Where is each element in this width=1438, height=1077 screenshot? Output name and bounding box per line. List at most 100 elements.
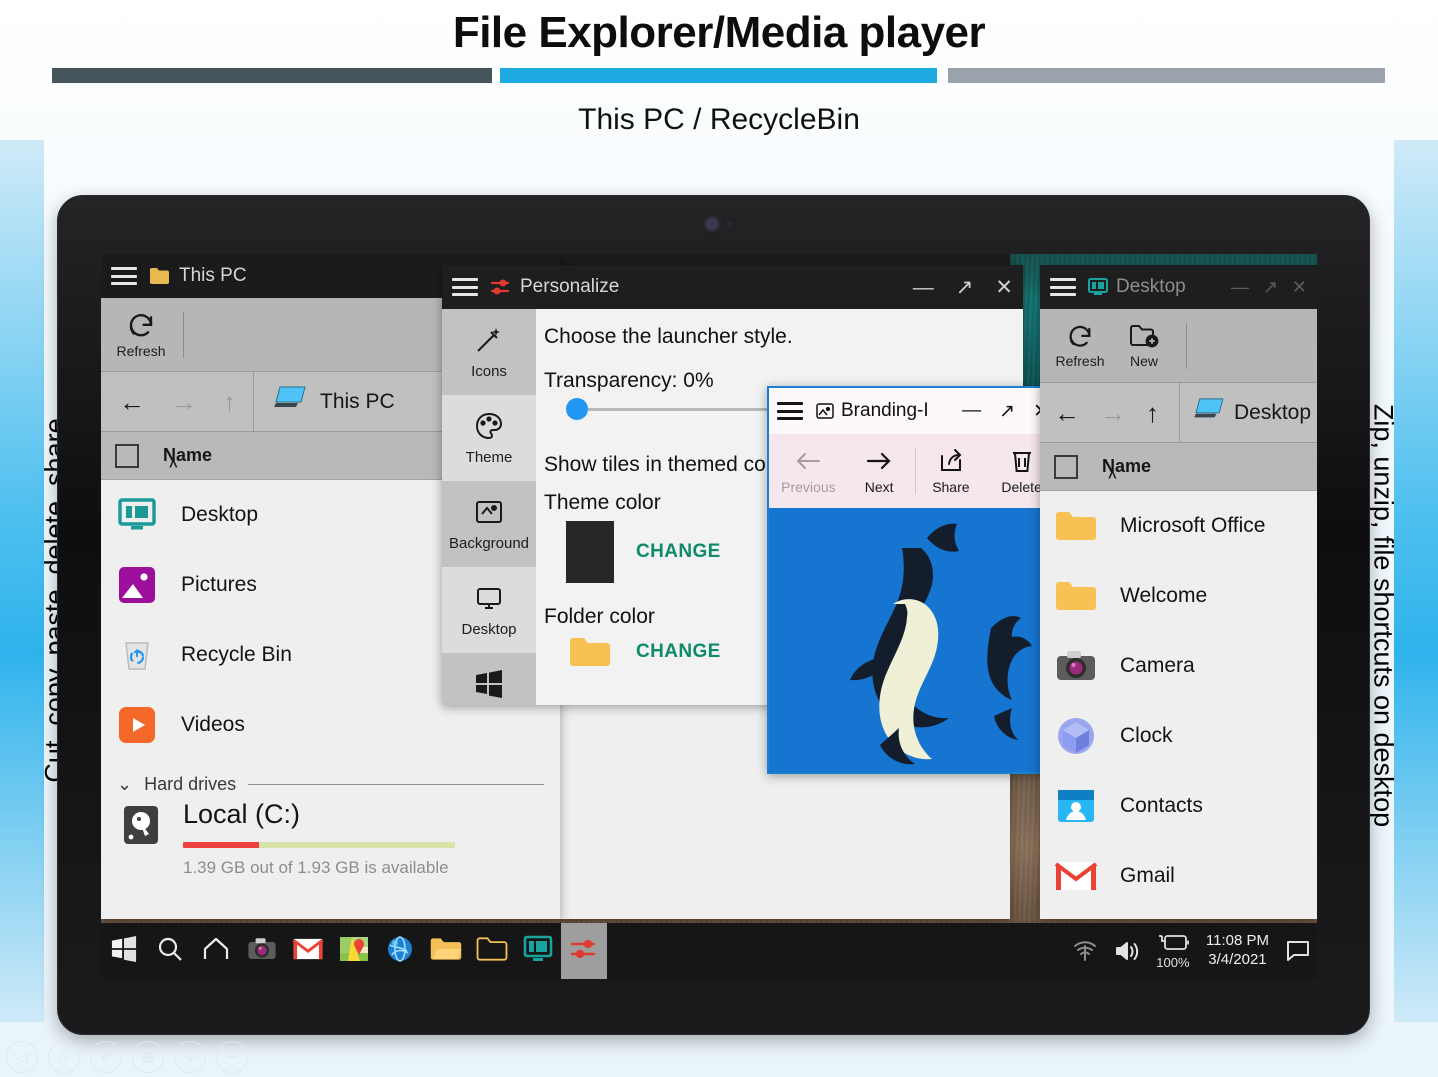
more-options-button[interactable]: ••• <box>216 1041 248 1073</box>
next-label: Next <box>865 479 894 495</box>
clock[interactable]: 11:08 PM 3/4/2021 <box>1206 932 1269 970</box>
wifi-icon[interactable] <box>1072 940 1098 962</box>
folder-color-swatch[interactable] <box>566 635 614 669</box>
windows-icon <box>110 936 138 967</box>
maximize-icon[interactable]: ↗ <box>956 277 974 298</box>
recycle-bin-icon <box>115 633 159 677</box>
maximize-icon[interactable]: ↗ <box>1263 278 1278 296</box>
section-divider <box>248 784 544 785</box>
desktop-window[interactable]: Desktop — ↗ ✕ Refresh New <box>1040 265 1317 919</box>
desktop-toolbar: Refresh New <box>1040 309 1317 383</box>
pen-button[interactable]: ✐ <box>90 1041 122 1073</box>
share-button[interactable]: Share <box>916 448 987 495</box>
list-item[interactable]: Clock <box>1040 701 1317 771</box>
image-viewer-window[interactable]: Branding-I — ↗ ✕ Previous Next <box>767 386 1063 774</box>
up-button[interactable]: ↑ <box>1146 400 1159 426</box>
clock-time: 11:08 PM <box>1206 932 1269 949</box>
menu-icon[interactable] <box>1050 278 1076 296</box>
all-slides-button[interactable]: ⊞ <box>132 1041 164 1073</box>
desktop-titlebar[interactable]: Desktop — ↗ ✕ <box>1040 265 1317 309</box>
list-item[interactable]: Microsoft Office <box>1040 491 1317 561</box>
notifications-button[interactable] <box>1285 939 1311 963</box>
sidebar-item-label: Desktop <box>461 621 516 638</box>
select-all-checkbox[interactable] <box>1054 455 1078 479</box>
previous-slide-button[interactable]: ◁ <box>6 1041 38 1073</box>
up-button[interactable]: ↑ <box>223 389 236 415</box>
list-item[interactable]: Contacts <box>1040 771 1317 841</box>
drive-item[interactable]: Local (C:) 1.39 GB out of 1.93 GB is ava… <box>101 795 560 878</box>
clock-date: 3/4/2021 <box>1208 951 1266 968</box>
start-button[interactable] <box>101 923 147 979</box>
folder-change-button[interactable]: CHANGE <box>636 641 721 663</box>
menu-icon[interactable] <box>111 267 137 285</box>
list-item-label: Contacts <box>1120 794 1303 818</box>
breadcrumb[interactable]: Desktop <box>1180 397 1311 429</box>
folder-button[interactable] <box>469 923 515 979</box>
personalize-titlebar[interactable]: Personalize — ↗ ✕ <box>442 265 1023 309</box>
close-icon[interactable]: ✕ <box>1292 278 1307 296</box>
column-header-name[interactable]: Name <box>163 445 212 466</box>
sidebar-item-start[interactable]: Start <box>442 653 536 705</box>
list-item[interactable]: Camera <box>1040 631 1317 701</box>
windows-icon <box>474 670 504 702</box>
search-button[interactable] <box>147 923 193 979</box>
list-item[interactable]: Welcome <box>1040 561 1317 631</box>
theme-change-button[interactable]: CHANGE <box>636 541 721 563</box>
folder-icon <box>1054 504 1098 548</box>
maximize-icon[interactable]: ↗ <box>999 400 1015 423</box>
search-icon <box>156 935 184 968</box>
personalize-button[interactable] <box>561 923 607 979</box>
previous-button[interactable]: Previous <box>773 448 844 495</box>
gmail-button[interactable] <box>285 923 331 979</box>
slider-handle[interactable] <box>566 398 588 420</box>
sidebar-item-desktop[interactable]: Desktop <box>442 567 536 653</box>
camera-button[interactable] <box>239 923 285 979</box>
back-button[interactable]: ← <box>119 389 145 415</box>
forward-button[interactable]: → <box>171 389 197 415</box>
breadcrumb[interactable]: This PC <box>254 385 395 419</box>
this-pc-button[interactable] <box>515 923 561 979</box>
back-button[interactable]: ← <box>1054 400 1080 426</box>
taskbar: 100% 11:08 PM 3/4/2021 <box>101 923 1317 979</box>
home-button[interactable] <box>193 923 239 979</box>
sidebar-item-theme[interactable]: Theme <box>442 395 536 481</box>
desktop-icon <box>1088 278 1108 296</box>
next-button[interactable]: Next <box>844 448 915 495</box>
refresh-button[interactable]: Refresh <box>109 311 173 359</box>
file-explorer-button[interactable] <box>423 923 469 979</box>
new-folder-button[interactable]: New <box>1112 323 1176 369</box>
menu-icon[interactable] <box>452 278 478 296</box>
sidebar-item-background[interactable]: Background <box>442 481 536 567</box>
zoom-button[interactable]: ⚲ <box>174 1041 206 1073</box>
forward-button[interactable]: → <box>1100 400 1126 426</box>
theme-color-swatch[interactable] <box>566 521 614 583</box>
maps-button[interactable] <box>331 923 377 979</box>
hard-drives-section[interactable]: ⌄ Hard drives <box>101 760 560 795</box>
browser-button[interactable] <box>377 923 423 979</box>
viewer-titlebar[interactable]: Branding-I — ↗ ✕ <box>769 388 1061 434</box>
list-item-label: Camera <box>1120 654 1303 678</box>
list-item[interactable]: Gmail <box>1040 841 1317 911</box>
new-folder-icon <box>1129 323 1159 351</box>
select-all-checkbox[interactable] <box>115 444 139 468</box>
tablet-camera-icon <box>706 218 718 230</box>
drive-available-text: 1.39 GB out of 1.93 GB is available <box>183 858 544 878</box>
monitor-icon <box>523 935 553 968</box>
minimize-icon[interactable]: — <box>1231 278 1249 296</box>
minimize-icon[interactable]: — <box>913 277 934 298</box>
minimize-icon[interactable]: — <box>962 400 981 422</box>
refresh-button[interactable]: Refresh <box>1048 323 1112 369</box>
right-side-label: Zip, unzip, file shortcuts on desktop <box>1368 366 1399 866</box>
volume-icon[interactable] <box>1114 940 1140 962</box>
breadcrumb-label: This PC <box>320 390 395 414</box>
battery-status[interactable]: 100% <box>1156 932 1190 970</box>
close-icon[interactable]: ✕ <box>995 277 1013 298</box>
play-slide-button[interactable]: ▷ <box>48 1041 80 1073</box>
column-header-name[interactable]: Name <box>1102 456 1151 477</box>
chevron-down-icon[interactable]: ⌄ <box>117 774 132 795</box>
sidebar-item-icons[interactable]: Icons <box>442 309 536 395</box>
column-header-row: Name <box>1040 443 1317 491</box>
personalize-title: Personalize <box>520 276 913 298</box>
menu-icon[interactable] <box>777 402 803 420</box>
folder-icon <box>430 936 462 967</box>
